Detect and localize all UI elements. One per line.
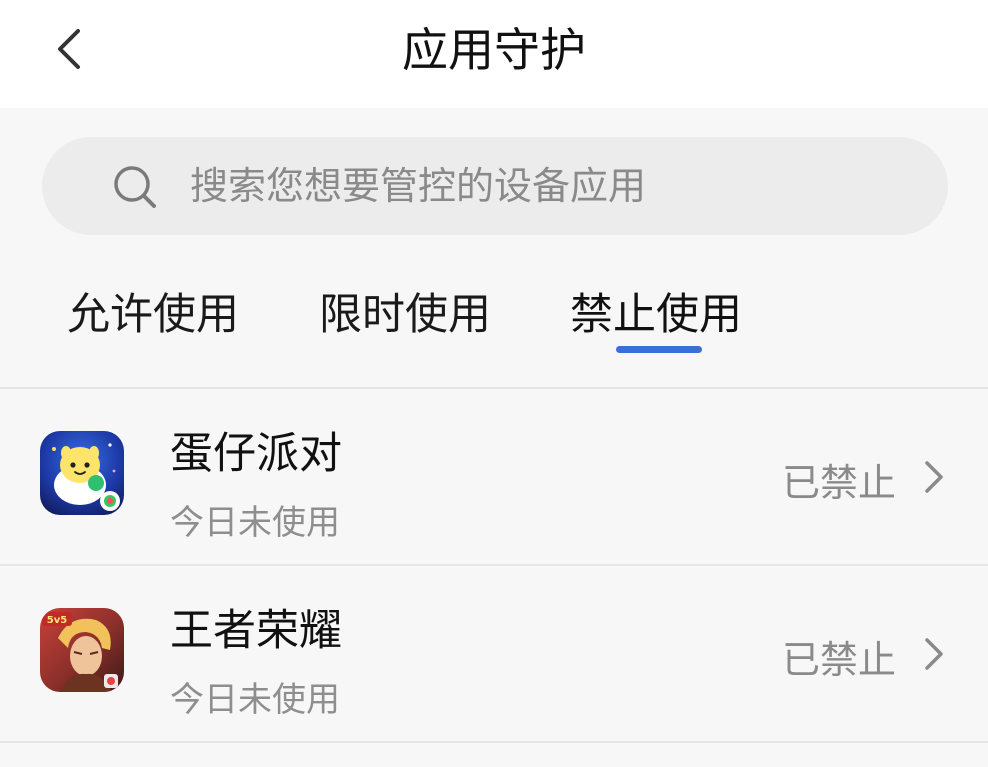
eggy-party-app-icon — [40, 431, 124, 515]
page-title: 应用守护 — [402, 23, 586, 77]
divider — [0, 741, 988, 743]
tab-forbidden[interactable]: 禁止使用 — [570, 282, 742, 352]
top-bar: 应用守护 — [0, 0, 988, 108]
app-row-honor-of-kings[interactable]: 5v5 王者荣耀 今日未使用 已禁止 — [0, 566, 988, 742]
app-row-eggy-party[interactable]: 蛋仔派对 今日未使用 已禁止 — [0, 389, 988, 565]
chevron-right-icon — [925, 461, 943, 493]
honor-of-kings-app-icon: 5v5 — [40, 608, 124, 692]
active-tab-indicator — [616, 346, 702, 353]
app-name: 蛋仔派对 — [170, 429, 342, 479]
app-name: 王者荣耀 — [170, 606, 342, 656]
app-status: 已禁止 — [782, 461, 897, 505]
svg-text:5v5: 5v5 — [47, 615, 67, 626]
app-usage-text: 今日未使用 — [170, 680, 340, 720]
search-input[interactable] — [190, 151, 910, 221]
tab-time-limited[interactable]: 限时使用 — [319, 282, 491, 352]
tab-allowed[interactable]: 允许使用 — [67, 282, 239, 352]
search-icon — [114, 166, 156, 208]
chevron-right-icon — [925, 638, 943, 670]
search-bar[interactable] — [42, 137, 948, 235]
app-status: 已禁止 — [782, 638, 897, 682]
app-usage-text: 今日未使用 — [170, 503, 340, 543]
